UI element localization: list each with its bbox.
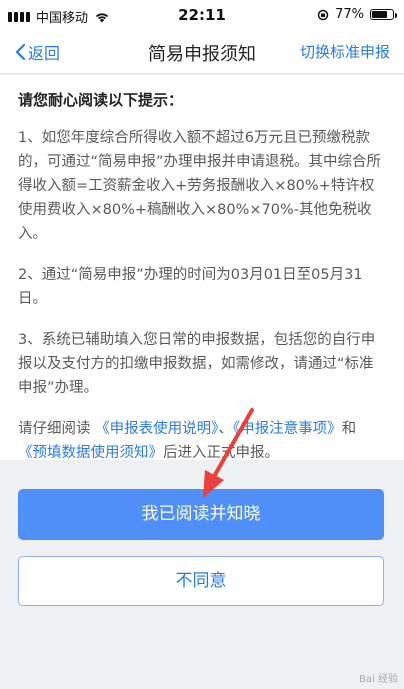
footer-suffix: 后进入正式申报。 bbox=[163, 445, 279, 461]
notice-item-3: 3、系统已辅助填入您日常的申报数据，包括您的自行申报以及支付方的扣缴申报数据，如… bbox=[18, 332, 376, 396]
agree-button[interactable]: 我已阅读并知晓 bbox=[18, 489, 384, 540]
notice-item-1: 1、如您年度综合所得收入额不超过6万元且已预缴税款的，可通过“简易申报”办理申报… bbox=[18, 130, 382, 242]
notice-item-2: 2、通过“简易申报”办理的时间为03月01日至05月31日。 bbox=[18, 267, 363, 307]
link-prefill-notice[interactable]: 《预填数据使用须知》 bbox=[18, 445, 163, 461]
nav-bar: 返回 简易申报须知 切换标准申报 bbox=[0, 30, 404, 74]
back-label: 返回 bbox=[28, 44, 61, 63]
footer-sep: 、 bbox=[218, 421, 233, 437]
status-right: 77% bbox=[317, 7, 397, 22]
battery-icon bbox=[370, 9, 397, 20]
battery-percent: 77% bbox=[335, 7, 364, 22]
watermark-logo: Bai 经验 bbox=[359, 674, 398, 685]
switch-standard-button[interactable]: 切换标准申报 bbox=[300, 41, 390, 62]
notice-footer: 请仔细阅读 《申报表使用说明》、《申报注意事项》和 《预填数据使用须知》后进入正… bbox=[18, 417, 386, 465]
link-declaration-notes[interactable]: 《申报注意事项》 bbox=[233, 421, 342, 437]
disagree-button[interactable]: 不同意 bbox=[18, 556, 384, 606]
footer-mid: 和 bbox=[341, 421, 357, 437]
footer-prefix: 请仔细阅读 bbox=[18, 421, 91, 437]
notice-heading: 请您耐心阅读以下提示： bbox=[18, 91, 184, 109]
battery-fill bbox=[372, 11, 388, 18]
back-button[interactable]: 返回 bbox=[14, 40, 60, 64]
link-form-instructions[interactable]: 《申报表使用说明》 bbox=[95, 421, 218, 437]
chevron-left-icon bbox=[15, 43, 26, 61]
notice-content: 请您耐心阅读以下提示： 1、如您年度综合所得收入额不超过6万元且已预缴税款的，可… bbox=[0, 75, 404, 461]
status-bar: 中国移动 22:11 77% bbox=[0, 0, 404, 30]
orientation-lock-icon bbox=[317, 9, 329, 20]
